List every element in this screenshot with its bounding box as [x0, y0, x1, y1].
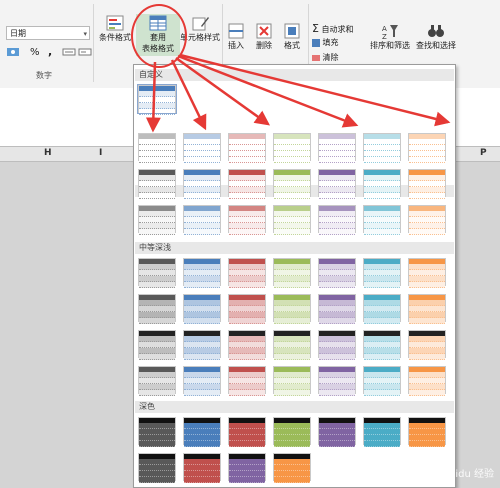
arrow: [175, 56, 271, 126]
annotation-arrows: [145, 53, 451, 133]
arrow: [177, 54, 359, 128]
watermark: Baidu 经验: [442, 469, 494, 480]
arrow: [170, 59, 207, 131]
arrow: [145, 61, 161, 133]
